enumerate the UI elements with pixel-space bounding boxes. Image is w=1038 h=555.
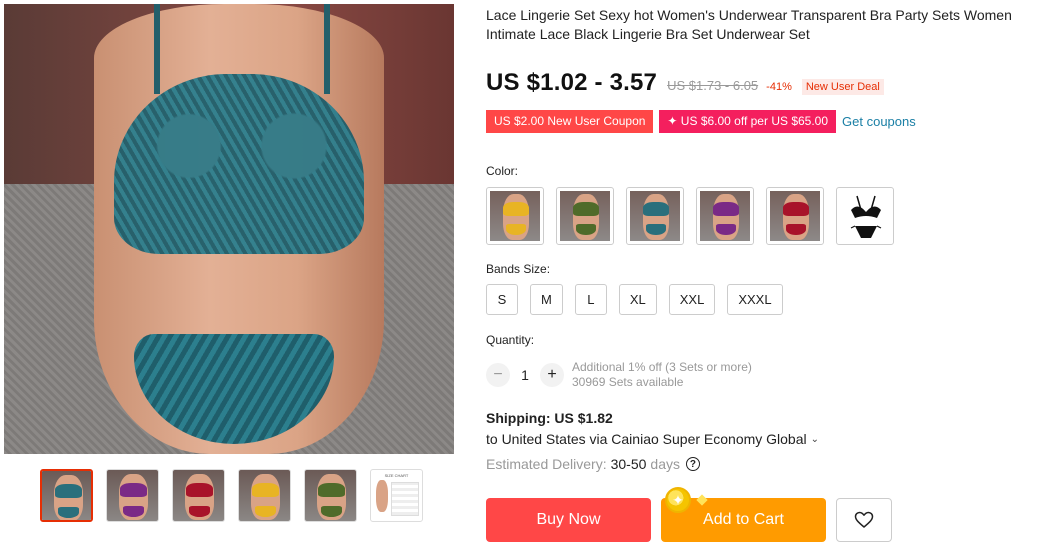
size-option-s[interactable]: S xyxy=(486,284,518,315)
original-price: US $1.73 - 6.05 xyxy=(667,78,759,93)
thumbnail-strip: SIZE CHART xyxy=(40,469,423,522)
black-lingerie-icon xyxy=(850,195,882,238)
size-option-l[interactable]: L xyxy=(574,284,607,315)
discount-badge: -41% xyxy=(766,81,792,93)
color-option-black[interactable] xyxy=(836,187,894,245)
thumb-swatch-top xyxy=(55,484,82,498)
delivery-unit: days xyxy=(650,456,680,472)
quantity-value[interactable]: 1 xyxy=(510,367,540,383)
color-options xyxy=(486,187,894,245)
color-option-green[interactable] xyxy=(556,187,614,245)
size-option-xxl[interactable]: XXL xyxy=(668,284,716,315)
thumbnail-red[interactable] xyxy=(172,469,225,522)
size-option-xxxl[interactable]: XXXL xyxy=(727,284,783,315)
photo-strap-right xyxy=(324,4,330,94)
thumb-swatch-bottom xyxy=(58,507,79,518)
main-product-image[interactable] xyxy=(4,4,454,454)
new-user-deal-badge: New User Deal xyxy=(801,79,884,95)
help-icon[interactable]: ? xyxy=(685,457,700,471)
size-option-m[interactable]: M xyxy=(530,284,563,315)
heart-icon xyxy=(854,511,874,528)
buy-now-button[interactable]: Buy Now xyxy=(486,498,651,542)
photo-strap-left xyxy=(154,4,160,94)
coupon-row: US $2.00 New User Coupon ✦ US $6.00 off … xyxy=(486,110,916,133)
size-label: Bands Size: xyxy=(486,262,551,276)
quantity-increment-button[interactable]: + xyxy=(540,363,564,387)
color-option-blue[interactable] xyxy=(626,187,684,245)
color-option-red[interactable] xyxy=(766,187,824,245)
delivery-label: Estimated Delivery: xyxy=(486,456,607,472)
size-chart-table xyxy=(391,482,419,516)
size-chart-title: SIZE CHART xyxy=(384,473,409,478)
size-option-xl[interactable]: XL xyxy=(618,284,657,315)
delivery-days: 30-50 xyxy=(610,456,647,472)
current-price: US $1.02 - 3.57 xyxy=(486,69,658,96)
thumbnail-size-chart[interactable]: SIZE CHART xyxy=(370,469,423,522)
size-chart-figure xyxy=(376,480,388,512)
thumbnail-yellow[interactable] xyxy=(238,469,291,522)
wishlist-button[interactable] xyxy=(836,498,892,542)
quantity-info: Additional 1% off (3 Sets or more) 30969… xyxy=(572,360,752,390)
estimated-delivery: Estimated Delivery: 30-50 days ? xyxy=(486,456,700,472)
store-coupon[interactable]: ✦ US $6.00 off per US $65.00 xyxy=(659,110,837,133)
color-label: Color: xyxy=(486,164,519,178)
thumbnail-purple[interactable] xyxy=(106,469,159,522)
price-row: US $1.02 - 3.57 US $1.73 - 6.05 -41% New… xyxy=(486,69,884,97)
shipping-title: Shipping: US $1.82 xyxy=(486,410,613,426)
quantity-stepper: − 1 + Additional 1% off (3 Sets or more)… xyxy=(486,360,752,390)
stock-available: 30969 Sets available xyxy=(572,375,684,389)
chevron-down-icon: ⌄ xyxy=(810,433,820,445)
size-options: S M L XL XXL XXXL xyxy=(486,284,783,315)
color-option-yellow[interactable] xyxy=(486,187,544,245)
new-user-coupon[interactable]: US $2.00 New User Coupon xyxy=(486,110,654,133)
quantity-label: Quantity: xyxy=(486,333,535,347)
coin-icon: ✦ xyxy=(665,487,691,513)
photo-bra xyxy=(114,74,364,254)
color-option-purple[interactable] xyxy=(696,187,754,245)
thumbnail-blue[interactable] xyxy=(40,469,93,522)
get-coupons-link[interactable]: Get coupons xyxy=(842,114,916,129)
thumbnail-green[interactable] xyxy=(304,469,357,522)
product-title: Lace Lingerie Set Sexy hot Women's Under… xyxy=(486,7,1012,42)
shipping-method: to United States via Cainiao Super Econo… xyxy=(486,431,807,447)
quantity-decrement-button[interactable]: − xyxy=(486,363,510,387)
shipping-method-selector[interactable]: to United States via Cainiao Super Econo… xyxy=(486,431,819,447)
bulk-discount-note: Additional 1% off (3 Sets or more) xyxy=(572,360,752,374)
